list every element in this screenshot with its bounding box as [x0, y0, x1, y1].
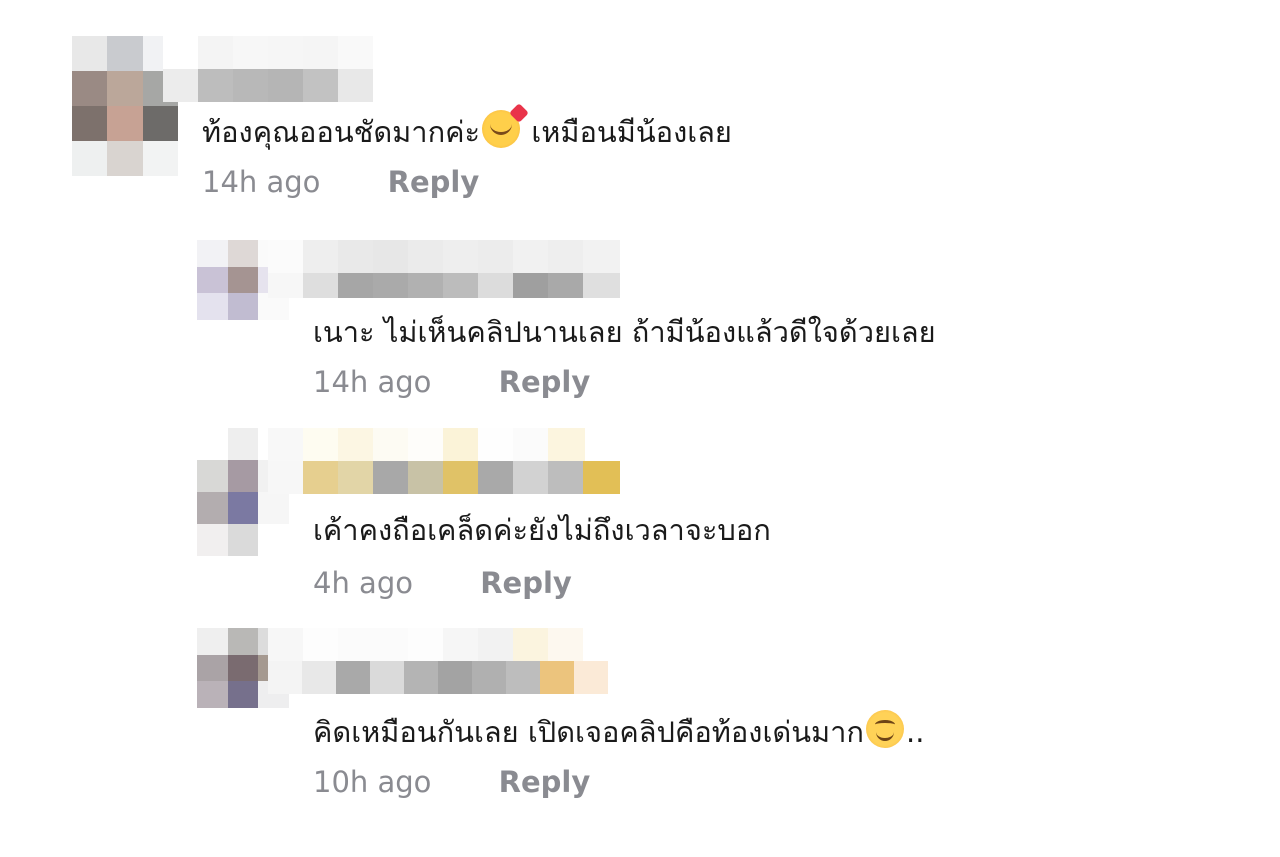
comment-meta: 10h ago Reply — [313, 762, 590, 802]
username-blurred[interactable] — [163, 36, 373, 102]
username-blurred[interactable] — [268, 428, 620, 494]
comment-time: 4h ago — [313, 566, 413, 600]
comment-text: เค้าคงถือเคล็ดค่ะยังไม่ถึงเวลาจะบอก — [313, 513, 771, 547]
smiling-face-icon — [866, 710, 904, 748]
reply-button[interactable]: Reply — [388, 162, 480, 202]
comment-text: ท้องคุณออนชัดมากค่ะ เหมือนมีน้องเลย — [202, 110, 732, 152]
comment-meta: 14h ago Reply — [313, 362, 590, 402]
comment-text-after: เหมือนมีน้องเลย — [522, 115, 732, 149]
comment-text-before: คิดเหมือนกันเลย เปิดเจอคลิปคือท้องเด่นมา… — [313, 715, 864, 749]
comment-text: คิดเหมือนกันเลย เปิดเจอคลิปคือท้องเด่นมา… — [313, 710, 924, 752]
comment-time: 10h ago — [313, 765, 432, 799]
comment-text-before: ท้องคุณออนชัดมากค่ะ — [202, 115, 481, 149]
reply-button[interactable]: Reply — [499, 362, 591, 402]
username-blurred[interactable] — [268, 240, 620, 306]
comment-time: 14h ago — [202, 165, 321, 199]
comment-text: เนาะ ไม่เห็นคลิปนานเลย ถ้ามีน้องแล้วดีใจ… — [313, 315, 936, 349]
reply-button[interactable]: Reply — [480, 563, 572, 603]
comment-text-after: .. — [906, 715, 925, 749]
comment-meta: 4h ago Reply — [313, 563, 572, 603]
comment-time: 14h ago — [313, 365, 432, 399]
username-blurred[interactable] — [268, 628, 608, 694]
reply-button[interactable]: Reply — [499, 762, 591, 802]
comment-meta: 14h ago Reply — [202, 162, 479, 202]
smiling-face-with-hearts-icon — [482, 110, 521, 148]
